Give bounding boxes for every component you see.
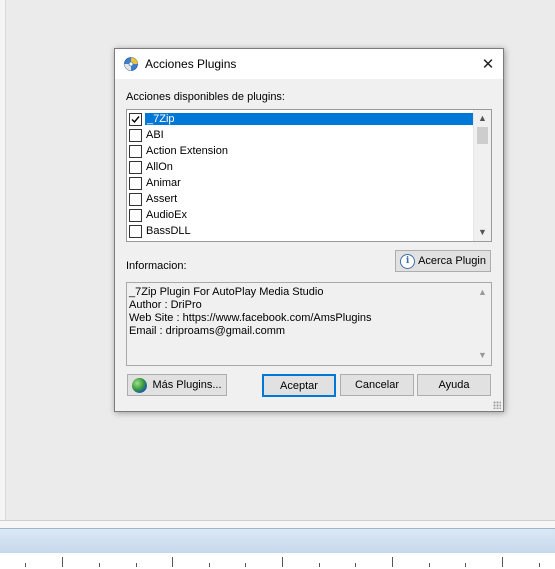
plugin-list-item[interactable]: Assert	[129, 191, 473, 207]
plugin-label: AudioEx	[146, 209, 187, 221]
info-scrollbar[interactable]: ▲ ▼	[474, 283, 491, 365]
dialog-title: Acciones Plugins	[145, 57, 237, 71]
plugin-label: Assert	[146, 193, 178, 205]
help-button[interactable]: Ayuda	[417, 374, 491, 396]
close-button[interactable]: ✕	[473, 49, 503, 79]
plugin-checkbox[interactable]	[129, 112, 142, 126]
close-icon: ✕	[481, 56, 495, 73]
cancel-label: Cancelar	[354, 379, 400, 391]
plugins-list-scrollbar[interactable]: ▲ ▼	[473, 110, 491, 241]
cd-disc-icon	[124, 57, 138, 71]
plugin-checkbox[interactable]	[129, 176, 142, 190]
info-line: Web Site : https://www.facebook.com/AmsP…	[129, 312, 372, 324]
plugin-checkbox[interactable]	[129, 144, 142, 158]
about-plugin-label: Acerca Plugin	[418, 255, 486, 267]
plugin-list-item[interactable]: ABI	[129, 127, 473, 143]
plugin-checkbox[interactable]	[129, 208, 142, 222]
scroll-down-icon[interactable]: ▼	[474, 224, 491, 240]
info-line: _7Zip Plugin For AutoPlay Media Studio	[129, 286, 324, 298]
plugin-checkbox[interactable]	[129, 224, 142, 238]
plugin-label: Action Extension	[146, 145, 228, 157]
scrollbar-thumb[interactable]	[477, 127, 488, 144]
plugins-list-label: Acciones disponibles de plugins:	[126, 91, 285, 103]
cancel-button[interactable]: Cancelar	[340, 374, 414, 396]
about-plugin-button[interactable]: i Acerca Plugin	[395, 250, 491, 272]
plugin-info-textbox[interactable]: _7Zip Plugin For AutoPlay Media Studio A…	[126, 282, 492, 366]
more-plugins-label: Más Plugins...	[152, 379, 222, 391]
more-plugins-button[interactable]: Más Plugins...	[127, 374, 227, 396]
info-label: Informacion:	[126, 260, 187, 272]
plugin-list-item[interactable]: AllOn	[129, 159, 473, 175]
plugins-list[interactable]: _7Zip ABI Action Extension AllOn Animar Asser…	[126, 109, 492, 242]
plugin-actions-dialog: Acciones Plugins ✕ Acciones disponibles …	[114, 48, 504, 412]
plugin-label: ABI	[146, 129, 164, 141]
resize-grip[interactable]	[493, 401, 501, 409]
plugin-list-item[interactable]: _7Zip	[129, 111, 473, 127]
plugin-list-item[interactable]: BassDLL	[129, 223, 473, 239]
plugin-label: _7Zip	[145, 113, 473, 125]
plugin-list-item[interactable]: Animar	[129, 175, 473, 191]
scroll-up-icon[interactable]: ▲	[474, 110, 491, 126]
accept-label: Aceptar	[280, 379, 318, 392]
timeline-bar	[0, 528, 555, 554]
timeline-ruler	[0, 553, 555, 569]
accept-button[interactable]: Aceptar	[262, 374, 336, 397]
plugin-checkbox[interactable]	[129, 192, 142, 206]
scroll-down-icon[interactable]: ▼	[474, 347, 491, 363]
plugin-label: AllOn	[146, 161, 173, 173]
help-label: Ayuda	[438, 379, 470, 391]
plugin-checkbox[interactable]	[129, 128, 142, 142]
globe-icon	[132, 377, 148, 393]
info-icon: i	[400, 253, 416, 269]
dialog-titlebar: Acciones Plugins ✕	[115, 49, 503, 79]
info-line: Author : DriPro	[129, 299, 202, 311]
checkmark-icon	[131, 115, 140, 123]
plugin-label: BassDLL	[146, 225, 191, 237]
plugin-label: Animar	[146, 177, 181, 189]
plugin-list-item[interactable]: AudioEx	[129, 207, 473, 223]
scroll-up-icon[interactable]: ▲	[474, 284, 491, 300]
plugin-list-item[interactable]: Action Extension	[129, 143, 473, 159]
plugin-checkbox[interactable]	[129, 160, 142, 174]
info-line: Email : driproams@gmail.comm	[129, 325, 286, 337]
